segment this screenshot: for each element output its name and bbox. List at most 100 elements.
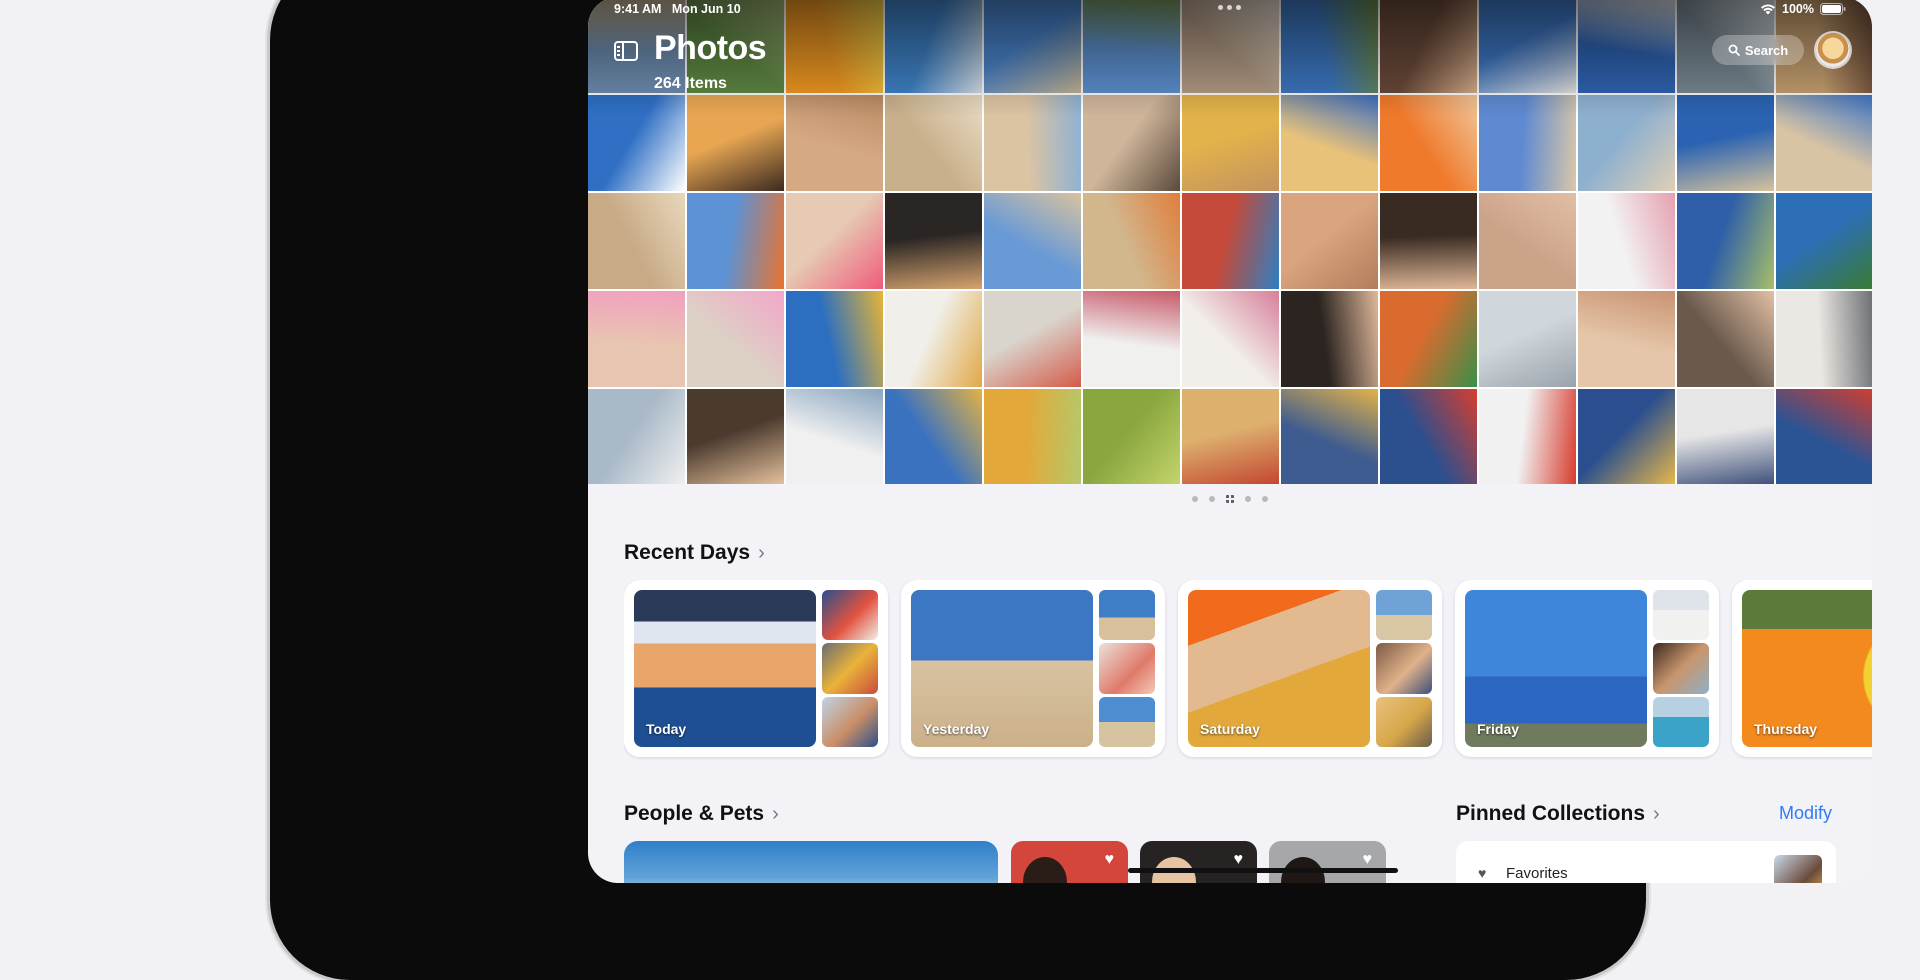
photo-thumbnail[interactable] bbox=[1083, 95, 1180, 191]
photo-thumbnail[interactable] bbox=[1578, 95, 1675, 191]
status-right: 100% bbox=[1760, 2, 1846, 16]
page-dot[interactable] bbox=[1262, 496, 1268, 502]
photo-thumbnail[interactable] bbox=[1479, 95, 1576, 191]
collection-label: Favorites bbox=[1506, 865, 1568, 882]
photo-thumbnail[interactable] bbox=[1281, 95, 1378, 191]
photo-thumbnail[interactable] bbox=[1578, 389, 1675, 484]
pinned-collection-favorites[interactable]: ♥ Favorites bbox=[1456, 841, 1836, 883]
photo-thumbnail[interactable] bbox=[1182, 291, 1279, 387]
heart-icon: ♥ bbox=[1362, 851, 1373, 868]
status-time: 9:41 AM Mon Jun 10 bbox=[614, 2, 741, 16]
heart-icon: ♥ bbox=[1104, 851, 1115, 868]
page-dot[interactable] bbox=[1209, 496, 1215, 502]
photo-thumbnail[interactable] bbox=[786, 193, 883, 289]
photo-thumbnail[interactable] bbox=[885, 291, 982, 387]
photo-thumbnail[interactable] bbox=[1182, 389, 1279, 484]
page-dot[interactable] bbox=[1245, 496, 1251, 502]
day-card-friday[interactable]: Friday bbox=[1455, 580, 1719, 757]
photo-thumbnail[interactable] bbox=[1677, 389, 1774, 484]
profile-avatar[interactable] bbox=[1816, 33, 1850, 67]
photo-thumbnail[interactable] bbox=[885, 193, 982, 289]
photo-thumbnail[interactable] bbox=[588, 193, 685, 289]
recent-days-carousel[interactable]: Today Yesterday Saturday Friday Thursday bbox=[624, 580, 1872, 760]
photo-thumbnail[interactable] bbox=[1380, 389, 1477, 484]
day-photo: Today bbox=[634, 590, 816, 747]
photo-thumbnail[interactable] bbox=[1083, 389, 1180, 484]
photo-thumbnail[interactable] bbox=[687, 291, 784, 387]
recent-days-heading[interactable]: Recent Days › bbox=[624, 541, 765, 565]
day-photo: Thursday bbox=[1742, 590, 1872, 747]
day-photo: Saturday bbox=[1188, 590, 1370, 747]
photo-thumbnail[interactable] bbox=[1578, 193, 1675, 289]
page-dot[interactable] bbox=[1192, 496, 1198, 502]
photo-thumbnail[interactable] bbox=[1380, 291, 1477, 387]
photo-thumbnail[interactable] bbox=[1776, 291, 1872, 387]
people-pets-heading[interactable]: People & Pets › bbox=[624, 802, 779, 826]
photo-thumbnail[interactable] bbox=[1182, 95, 1279, 191]
photo-thumbnail[interactable] bbox=[1083, 291, 1180, 387]
photo-thumbnail[interactable] bbox=[1677, 95, 1774, 191]
photo-thumbnail[interactable] bbox=[786, 389, 883, 484]
sidebar-icon[interactable] bbox=[614, 41, 638, 61]
search-label: Search bbox=[1744, 42, 1789, 58]
photo-thumbnail[interactable] bbox=[885, 389, 982, 484]
photo-thumbnail[interactable] bbox=[1776, 193, 1872, 289]
photo-thumbnail[interactable] bbox=[1281, 193, 1378, 289]
photo-thumbnail[interactable] bbox=[1578, 291, 1675, 387]
photo-thumbnail[interactable] bbox=[588, 291, 685, 387]
photo-thumbnail[interactable] bbox=[1380, 193, 1477, 289]
photo-thumbnail[interactable] bbox=[984, 291, 1081, 387]
photo-thumbnail[interactable] bbox=[1479, 291, 1576, 387]
photo-thumbnail[interactable] bbox=[984, 95, 1081, 191]
photo-thumbnail[interactable] bbox=[1776, 389, 1872, 484]
photo-thumbnail[interactable] bbox=[588, 95, 685, 191]
photo-thumbnail[interactable] bbox=[1677, 193, 1774, 289]
day-card-today[interactable]: Today bbox=[624, 580, 888, 757]
photo-thumbnail[interactable] bbox=[786, 291, 883, 387]
person-card-featured[interactable] bbox=[624, 841, 998, 883]
photo-thumbnail[interactable] bbox=[1281, 291, 1378, 387]
photo-thumbnail[interactable] bbox=[786, 95, 883, 191]
search-button[interactable]: Search bbox=[1712, 35, 1804, 65]
day-label: Thursday bbox=[1754, 721, 1818, 737]
photo-thumbnail[interactable] bbox=[1677, 291, 1774, 387]
battery-percent: 100% bbox=[1782, 2, 1814, 16]
photo-thumbnail[interactable] bbox=[984, 389, 1081, 484]
photo-thumbnail[interactable] bbox=[984, 193, 1081, 289]
photo-thumbnail[interactable] bbox=[1281, 389, 1378, 484]
home-indicator[interactable] bbox=[1128, 868, 1398, 873]
photo-thumbnail[interactable] bbox=[1479, 389, 1576, 484]
page-title: Photos bbox=[654, 29, 767, 67]
person-card[interactable]: ♥ bbox=[1269, 841, 1386, 883]
photo-grid bbox=[588, 0, 1872, 484]
page-indicator[interactable] bbox=[588, 495, 1872, 503]
photo-thumbnail[interactable] bbox=[1776, 95, 1872, 191]
day-card-thursday[interactable]: Thursday bbox=[1732, 580, 1872, 757]
grid-page-icon[interactable] bbox=[1226, 495, 1234, 503]
day-label: Friday bbox=[1477, 721, 1520, 737]
modify-button[interactable]: Modify bbox=[1779, 803, 1832, 824]
photo-thumbnail[interactable] bbox=[687, 95, 784, 191]
multitask-dots[interactable] bbox=[1218, 5, 1241, 10]
day-label: Saturday bbox=[1200, 721, 1260, 737]
heart-icon: ♥ bbox=[1233, 851, 1244, 868]
photo-thumbnail[interactable] bbox=[1083, 193, 1180, 289]
day-thumbs bbox=[1376, 590, 1432, 747]
chevron-right-icon: › bbox=[1653, 802, 1660, 825]
person-card[interactable]: ♥ bbox=[1140, 841, 1257, 883]
day-label: Yesterday bbox=[923, 721, 990, 737]
day-card-yesterday[interactable]: Yesterday bbox=[901, 580, 1165, 757]
photo-thumbnail[interactable] bbox=[1479, 193, 1576, 289]
chevron-right-icon: › bbox=[772, 802, 779, 825]
day-card-saturday[interactable]: Saturday bbox=[1178, 580, 1442, 757]
date: Mon Jun 10 bbox=[671, 2, 741, 16]
photo-thumbnail[interactable] bbox=[885, 95, 982, 191]
pinned-collections-heading[interactable]: Pinned Collections › bbox=[1456, 802, 1660, 826]
photo-thumbnail[interactable] bbox=[687, 193, 784, 289]
photo-thumbnail[interactable] bbox=[588, 389, 685, 484]
wifi-icon bbox=[1761, 4, 1776, 15]
person-card[interactable]: ♥ bbox=[1011, 841, 1128, 883]
photo-thumbnail[interactable] bbox=[687, 389, 784, 484]
photo-thumbnail[interactable] bbox=[1380, 95, 1477, 191]
photo-thumbnail[interactable] bbox=[1182, 193, 1279, 289]
